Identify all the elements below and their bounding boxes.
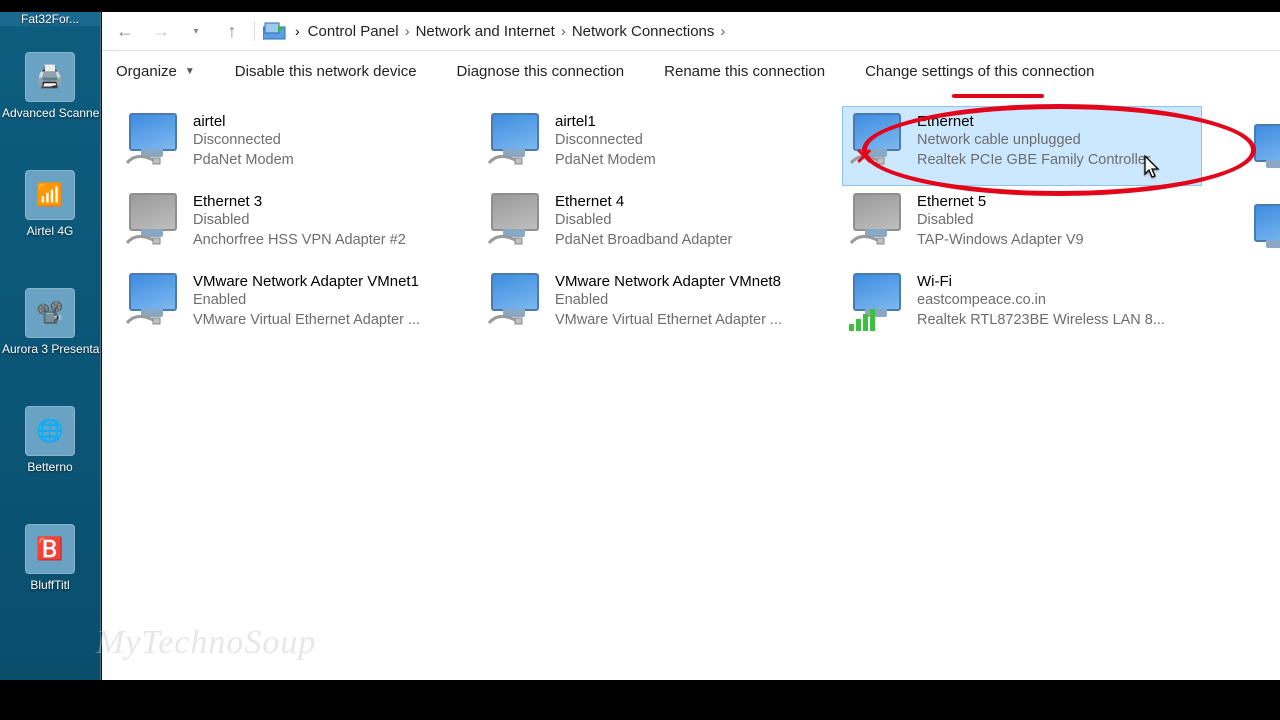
desktop-shortcut[interactable]: 🅱️ BluffTitl [0,524,100,632]
rename-button[interactable]: Rename this connection [664,63,825,80]
connection-name: Wi-Fi [917,273,1191,290]
change-settings-button[interactable]: Change settings of this connection [865,63,1094,80]
breadcrumb: Control Panel › Network and Internet › N… [308,23,726,40]
connection-status: Disabled [917,210,1191,230]
address-bar: ← → ▾ ↑ › Control Panel › Network and In… [102,12,1280,51]
connection-status: Disconnected [193,130,467,150]
crumb-network-connections[interactable]: Network Connections [572,23,715,40]
organize-label: Organize [116,63,177,80]
connection-item[interactable]: airtelDisconnectedPdaNet Modem [118,106,478,186]
shortcut-label: Fat32For... [0,12,100,26]
disable-device-button[interactable]: Disable this network device [235,63,417,80]
letterbox-top [0,0,1280,12]
desktop-shortcut[interactable]: 📶 Airtel 4G [0,170,100,278]
connection-item[interactable]: VMware Network Adapter VMnet1EnabledVMwa… [118,266,478,346]
overflow-connections [1250,124,1280,284]
shortcut-icon: 🅱️ [25,524,75,574]
shortcut-label: Aurora 3 Presentat [0,342,100,356]
connection-device: Realtek PCIe GBE Family Controller [917,150,1191,170]
cable-icon [125,151,161,167]
separator [254,21,255,41]
error-x-icon: ✕ [855,147,875,167]
connection-status: eastcompeace.co.in [917,290,1191,310]
shortcut-label: Airtel 4G [0,224,100,238]
recent-dropdown[interactable]: ▾ [182,17,210,45]
explorer-window: ← → ▾ ↑ › Control Panel › Network and In… [102,12,1280,680]
cable-icon [125,231,161,247]
connection-name: Ethernet 3 [193,193,467,210]
connection-device: TAP-Windows Adapter V9 [917,230,1191,250]
connection-name: VMware Network Adapter VMnet8 [555,273,829,290]
connection-item[interactable]: Ethernet 3DisabledAnchorfree HSS VPN Ada… [118,186,478,266]
breadcrumb-sep: › [405,23,410,40]
cable-icon [125,311,161,327]
shortcut-icon: 🖨️ [25,52,75,102]
connection-name: airtel1 [555,113,829,130]
up-button[interactable]: ↑ [218,17,246,45]
connection-device: PdaNet Broadband Adapter [555,230,829,250]
connection-device: PdaNet Modem [193,150,467,170]
connection-name: airtel [193,113,467,130]
desktop-shortcut[interactable]: 🖨️ Advanced Scanner [0,52,100,160]
wifi-signal-icon [849,309,877,331]
connection-status: Network cable unplugged [917,130,1191,150]
connection-status: Disconnected [555,130,829,150]
breadcrumb-sep: › [561,23,566,40]
shortcut-label: Betterno [0,460,100,474]
connection-status: Enabled [555,290,829,310]
cable-icon [487,311,523,327]
shortcut-label: BluffTitl [0,578,100,592]
command-bar: Organize ▼ Disable this network device D… [102,51,1280,92]
cable-icon [849,231,885,247]
connection-item[interactable]: ✕ EthernetNetwork cable unpluggedRealtek … [842,106,1202,186]
crumb-network-internet[interactable]: Network and Internet [416,23,555,40]
connection-item[interactable]: Wi-Fieastcompeace.co.inRealtek RTL8723BE… [842,266,1202,346]
connection-name: Ethernet 5 [917,193,1191,210]
desktop-area: 🗄️Fat32For... 🖨️ Advanced Scanner 📶 Airtel 4… [0,12,101,680]
annotation-underline [952,94,1044,98]
connection-item[interactable]: airtel1DisconnectedPdaNet Modem [480,106,840,186]
letterbox-bottom [0,680,1280,720]
shortcut-icon: 📽️ [25,288,75,338]
desktop-shortcut[interactable]: 🗄️Fat32For... [0,12,100,42]
crumb-control-panel[interactable]: Control Panel [308,23,399,40]
connection-device: VMware Virtual Ethernet Adapter ... [193,310,467,330]
cable-icon [487,231,523,247]
forward-button[interactable]: → [146,17,174,45]
connection-device: PdaNet Modem [555,150,829,170]
back-button[interactable]: ← [110,17,138,45]
shortcut-label: Advanced Scanner [0,106,100,120]
location-icon [263,21,287,41]
connection-item[interactable]: Ethernet 4DisabledPdaNet Broadband Adapt… [480,186,840,266]
watermark: MyTechnoSoup [96,624,316,662]
chevron-down-icon: ▼ [185,66,195,77]
desktop-shortcut[interactable]: 🌐 Betterno [0,406,100,514]
connection-name: VMware Network Adapter VMnet1 [193,273,467,290]
connection-status: Disabled [193,210,467,230]
connection-device: Realtek RTL8723BE Wireless LAN 8... [917,310,1191,330]
shortcut-icon: 📶 [25,170,75,220]
connection-status: Enabled [193,290,467,310]
shortcut-icon: 🌐 [25,406,75,456]
connection-status: Disabled [555,210,829,230]
connections-panel: airtelDisconnectedPdaNet Modemairtel1Dis… [102,90,1280,680]
connection-name: Ethernet [917,113,1191,130]
organize-menu[interactable]: Organize ▼ [116,63,195,80]
connection-device: VMware Virtual Ethernet Adapter ... [555,310,829,330]
cable-icon [487,151,523,167]
breadcrumb-sep: › [295,23,300,39]
connection-item[interactable]: VMware Network Adapter VMnet8EnabledVMwa… [480,266,840,346]
connection-device: Anchorfree HSS VPN Adapter #2 [193,230,467,250]
connection-name: Ethernet 4 [555,193,829,210]
diagnose-button[interactable]: Diagnose this connection [457,63,625,80]
breadcrumb-sep: › [720,23,725,40]
connection-item[interactable]: Ethernet 5DisabledTAP-Windows Adapter V9 [842,186,1202,266]
desktop-shortcut[interactable]: 📽️ Aurora 3 Presentat [0,288,100,396]
